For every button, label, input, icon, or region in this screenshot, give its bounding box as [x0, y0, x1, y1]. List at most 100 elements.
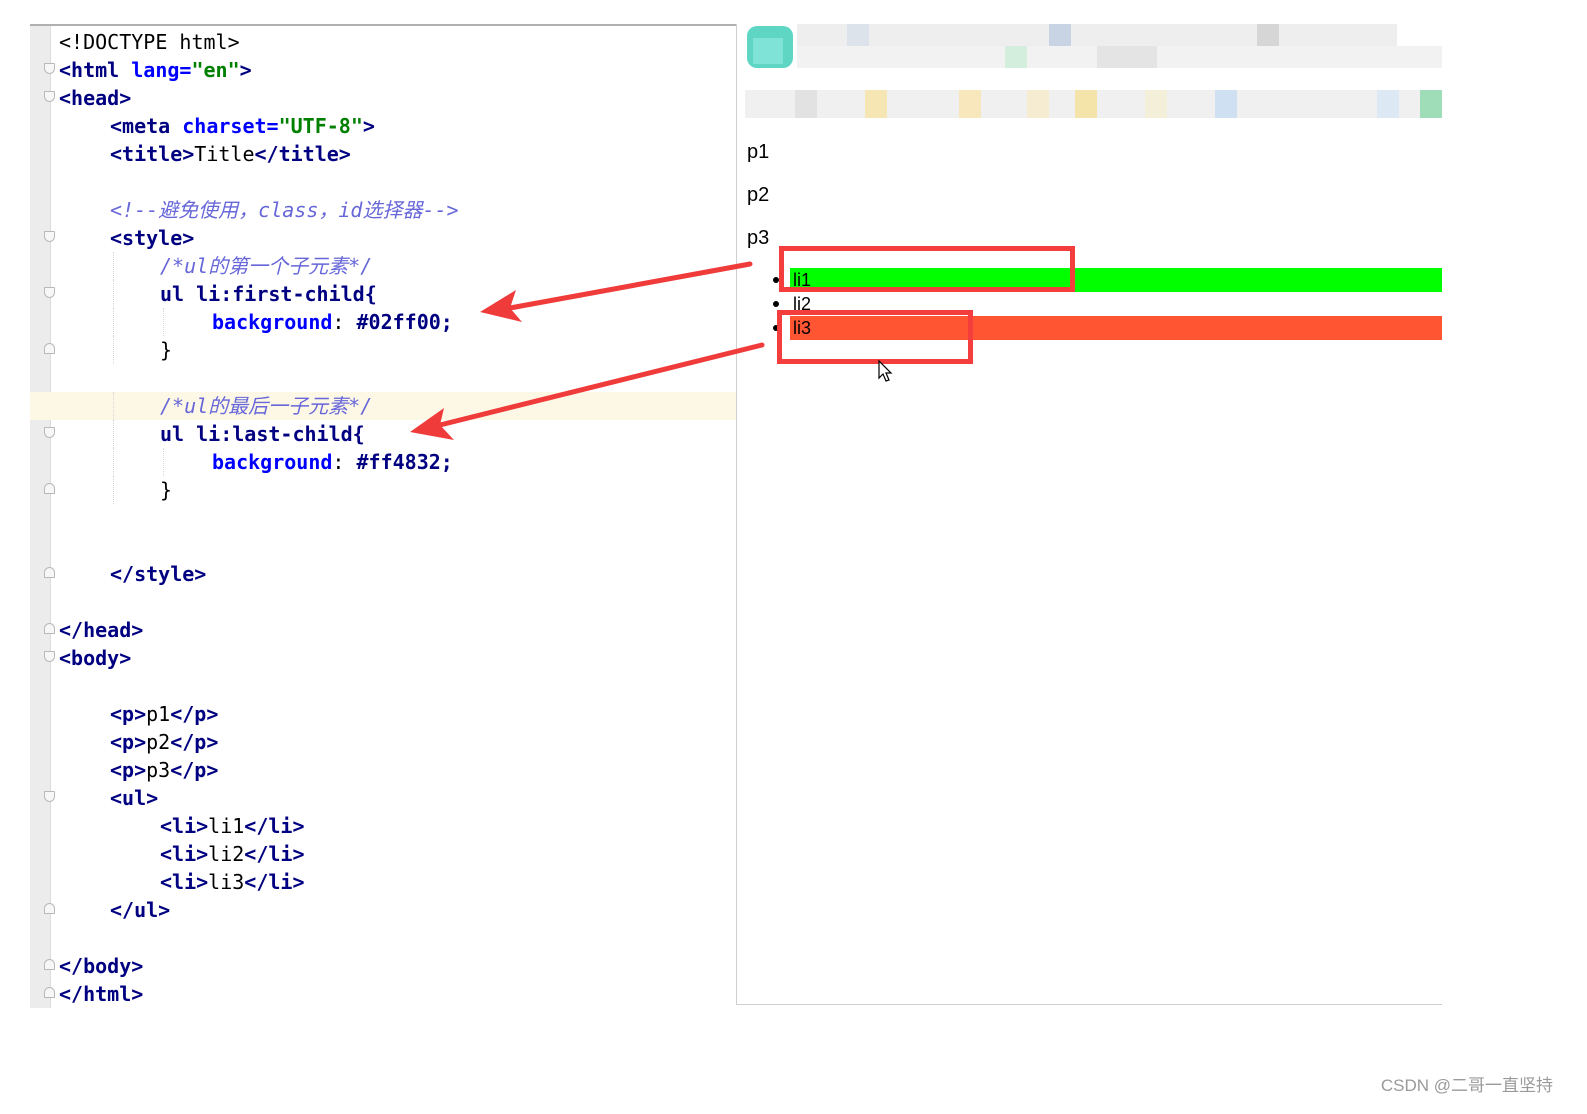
- first-child-color-value: #02ff00;: [356, 310, 453, 334]
- li-close-tag: </li>: [244, 814, 305, 838]
- li-close-tag: </li>: [244, 870, 305, 894]
- code-line[interactable]: <html lang="en">: [30, 56, 736, 84]
- code-line[interactable]: <style>: [30, 224, 736, 252]
- css-comment: /*ul的第一个子元素*/: [160, 254, 373, 278]
- fold-marker-icon[interactable]: [44, 791, 55, 802]
- code-line[interactable]: <!--避免使用，class，id选择器-->: [30, 196, 736, 224]
- p-close-tag: </p>: [170, 758, 219, 782]
- bullet-icon: [773, 301, 779, 307]
- p-open-tag: <p>: [110, 758, 147, 782]
- lang-value: "en": [191, 58, 240, 82]
- code-line[interactable]: </html>: [30, 980, 736, 1008]
- first-child-selector: ul li:first-child{: [160, 282, 377, 306]
- body-close-tag: </body>: [59, 954, 144, 978]
- code-line[interactable]: <p>p3</p>: [30, 756, 736, 784]
- fold-marker-icon[interactable]: [44, 987, 55, 998]
- charset-attr: charset=: [182, 114, 279, 138]
- code-line[interactable]: <ul>: [30, 784, 736, 812]
- fold-marker-icon[interactable]: [44, 343, 55, 354]
- code-line[interactable]: </style>: [30, 560, 736, 588]
- fold-marker-icon[interactable]: [44, 903, 55, 914]
- fold-marker-icon[interactable]: [44, 91, 55, 102]
- code-line[interactable]: }: [30, 336, 736, 364]
- watermark: CSDN @二哥一直坚持: [1380, 1076, 1553, 1095]
- code-line[interactable]: <li>li1</li>: [30, 812, 736, 840]
- fold-marker-icon[interactable]: [44, 231, 55, 242]
- li-text: li3: [208, 870, 245, 894]
- lang-attr: lang=: [131, 58, 192, 82]
- code-line[interactable]: background: #02ff00;: [30, 308, 736, 336]
- code-line[interactable]: <p>p2</p>: [30, 728, 736, 756]
- fold-marker-icon[interactable]: [44, 483, 55, 494]
- head-close-tag: </head>: [59, 618, 144, 642]
- ul-open-tag: <ul>: [110, 786, 159, 810]
- p-open-tag: <p>: [110, 702, 147, 726]
- code-line[interactable]: <li>li3</li>: [30, 868, 736, 896]
- code-line[interactable]: ul li:first-child{: [30, 280, 736, 308]
- background-property: background: [212, 310, 333, 334]
- html-tag: <html: [59, 58, 132, 82]
- code-line[interactable]: </body>: [30, 952, 736, 980]
- preview-paragraph: p1: [747, 141, 770, 163]
- p-text: p2: [146, 730, 171, 754]
- code-line[interactable]: <!DOCTYPE html>: [30, 28, 736, 56]
- title-close-tag: </title>: [254, 142, 351, 166]
- fold-marker-icon[interactable]: [44, 567, 55, 578]
- closing-brace: }: [160, 478, 173, 502]
- fold-marker-icon[interactable]: [44, 63, 55, 74]
- code-line[interactable]: background: #ff4832;: [30, 448, 736, 476]
- code-line[interactable]: <li>li2</li>: [30, 840, 736, 868]
- code-line[interactable]: <meta charset="UTF-8">: [30, 112, 736, 140]
- charset-value: "UTF-8": [278, 114, 363, 138]
- p-close-tag: </p>: [170, 730, 219, 754]
- background-property: background: [212, 450, 333, 474]
- code-line[interactable]: </head>: [30, 616, 736, 644]
- code-line[interactable]: <head>: [30, 84, 736, 112]
- title-open-tag: <title>: [110, 142, 195, 166]
- code-line[interactable]: }: [30, 476, 736, 504]
- colon: :: [332, 310, 357, 334]
- li-open-tag: <li>: [160, 842, 209, 866]
- preview-paragraph: p3: [747, 227, 770, 249]
- browser-preview[interactable]: p1 p2 p3 li1 li2 li3: [736, 24, 1442, 1005]
- last-child-color-value: #ff4832;: [356, 450, 453, 474]
- title-text: Title: [194, 142, 255, 166]
- li-open-tag: <li>: [160, 814, 209, 838]
- code-line[interactable]: ul li:last-child{: [30, 420, 736, 448]
- style-close-tag: </style>: [110, 562, 207, 586]
- preview-paragraph: p2: [747, 184, 770, 206]
- code-line[interactable]: /*ul的第一个子元素*/: [30, 252, 736, 280]
- code-line[interactable]: <p>p1</p>: [30, 700, 736, 728]
- li-text: li1: [208, 814, 245, 838]
- p-close-tag: </p>: [170, 702, 219, 726]
- fold-marker-icon[interactable]: [44, 651, 55, 662]
- meta-tag: <meta: [110, 114, 183, 138]
- doctype-text: <!DOCTYPE html>: [59, 30, 240, 54]
- code-line[interactable]: </ul>: [30, 896, 736, 924]
- head-open-tag: <head>: [59, 86, 132, 110]
- fold-marker-icon[interactable]: [44, 959, 55, 970]
- fold-marker-icon[interactable]: [44, 287, 55, 298]
- colon: :: [332, 450, 357, 474]
- li-open-tag: <li>: [160, 870, 209, 894]
- p-open-tag: <p>: [110, 730, 147, 754]
- code-line-current[interactable]: /*ul的最后一子元素*/: [30, 392, 736, 420]
- style-open-tag: <style>: [110, 226, 195, 250]
- code-line[interactable]: <body>: [30, 644, 736, 672]
- html-comment: <!--避免使用，class，id选择器-->: [110, 198, 459, 222]
- code-editor[interactable]: <!DOCTYPE html> <html lang="en"> <head> …: [30, 24, 736, 1008]
- annotation-box-last: [777, 310, 973, 364]
- fold-marker-icon[interactable]: [44, 623, 55, 634]
- closing-brace: }: [160, 338, 173, 362]
- p-text: p1: [146, 702, 171, 726]
- fold-marker-icon[interactable]: [44, 427, 55, 438]
- body-open-tag: <body>: [59, 646, 132, 670]
- last-child-selector: ul li:last-child{: [160, 422, 365, 446]
- annotation-box-first: [779, 246, 1075, 292]
- html-close-tag: </html>: [59, 982, 144, 1006]
- li-text: li2: [208, 842, 245, 866]
- code-line[interactable]: <title>Title</title>: [30, 140, 736, 168]
- ul-close-tag: </ul>: [110, 898, 171, 922]
- pixelated-toolbar: [737, 24, 1442, 134]
- tag-end: >: [362, 114, 375, 138]
